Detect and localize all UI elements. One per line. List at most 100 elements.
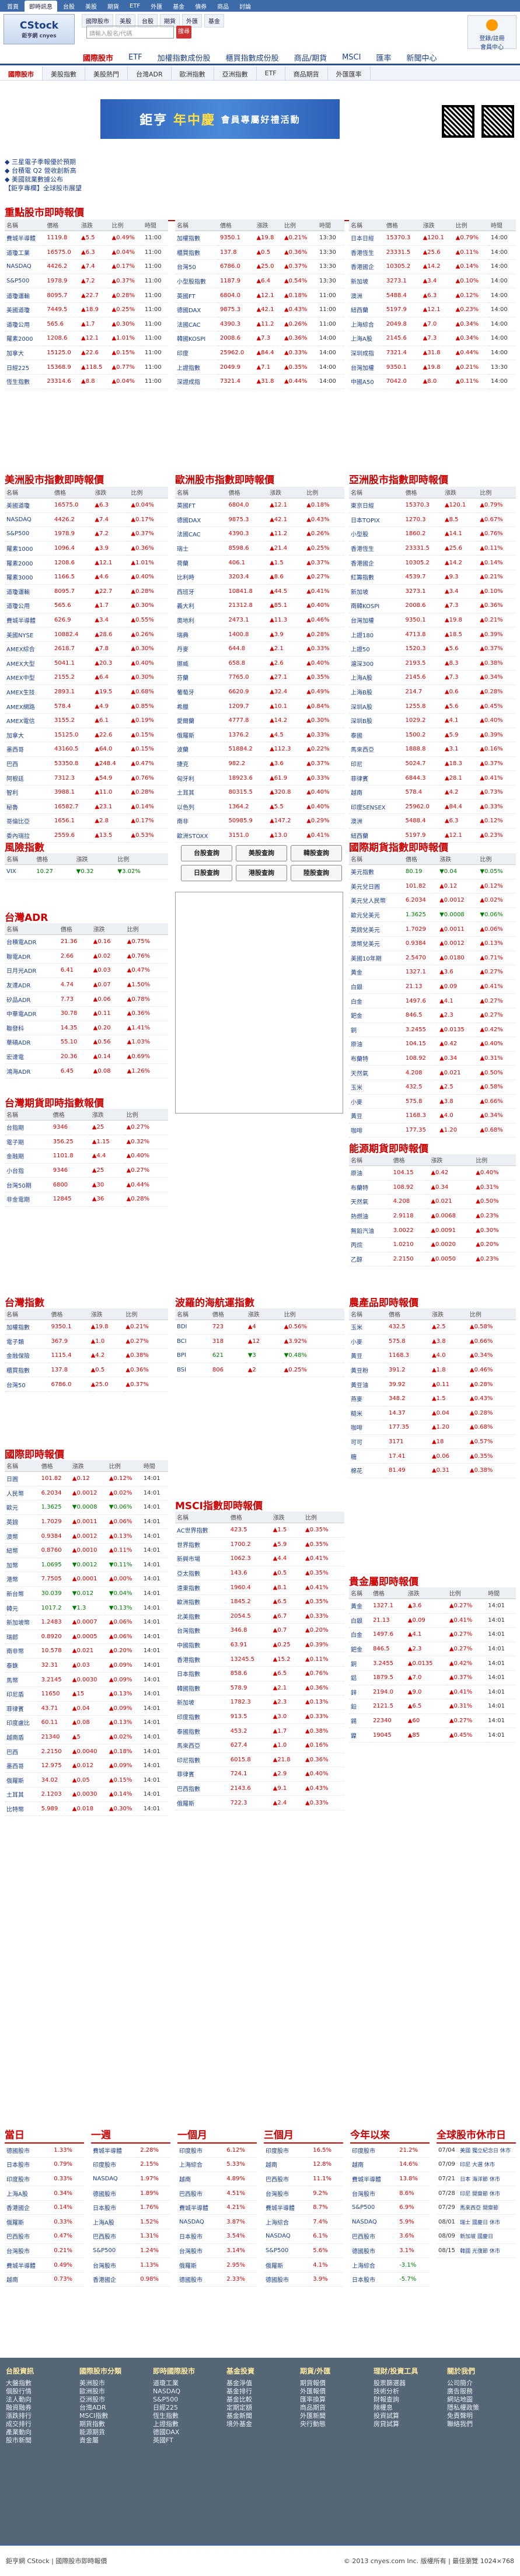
ranking-row[interactable]: NASDAQ 3.87% [177,2214,257,2230]
quote-name[interactable]: 加拿大 [5,345,46,361]
quote-name[interactable]: 羅素3000 [5,570,53,585]
quote-name[interactable]: 鋅 [349,1685,371,1700]
quote-name[interactable]: 費城半導體 [5,613,53,628]
table-row[interactable]: 法國CAC 4390.3 ▲11.2 ▲0.26% [175,526,344,542]
quote-name[interactable]: 義大利 [175,598,227,613]
footer-link[interactable]: 台灣ADR [79,2404,152,2412]
quote-name[interactable]: 人民幣 [5,1486,40,1501]
quote-name[interactable]: 菲律賓 [5,1701,40,1716]
quote-name[interactable]: 挪威 [175,656,227,671]
quote-name[interactable]: 歐元兌美元 [349,907,404,923]
footer-link[interactable]: 大盤指數 [6,2379,79,2387]
news-link[interactable]: ◆ 三星電子季報優於預期 [5,158,82,166]
table-row[interactable]: 加幣 1.0695 ▼0.0012 ▼0.11% 14:01 [5,1558,168,1573]
search-input[interactable]: 請輸入股名/代碼 [86,26,174,39]
quote-name[interactable]: 咖啡 [349,1420,387,1435]
table-row[interactable]: 櫃買指數 137.8 ▲0.5 ▲0.36% [5,1363,168,1378]
table-row[interactable]: 俄羅斯 34.02 ▲0.05 ▲0.15% 14:01 [5,1772,168,1788]
table-row[interactable]: 布蘭特 108.92 ▲0.34 ▲0.31% [349,1051,516,1066]
table-row[interactable]: 紅籌指數 4539.7 ▲9.3 ▲0.21% [349,570,516,585]
quote-name[interactable]: 智利 [5,785,53,800]
table-row[interactable]: 香港恆生 23331.5 ▲25.6 ▲0.11% [349,541,516,556]
ranking-name[interactable]: 費城半導體 [264,2200,312,2215]
ranking-row[interactable]: 越南 4.89% [177,2172,257,2187]
ranking-name[interactable]: 德國股市 [264,2272,312,2287]
table-row[interactable]: 黃金 1327.1 ▲3.6 ▲0.27% 14:01 [349,1598,516,1614]
table-row[interactable]: 德國DAX 9875.3 ▲42.1 ▲0.43% [175,512,344,528]
quote-name[interactable]: 金融期 [5,1149,51,1164]
quote-name[interactable]: 芬蘭 [175,670,227,685]
ranking-row[interactable]: 印度股市 0.33% [5,2172,84,2187]
table-row[interactable]: 印尼 5024.7 ▲18.3 ▲0.37% [349,756,516,772]
quick-search-button[interactable]: 日股查詢 [181,865,232,881]
footer-link[interactable]: 融資融券 [6,2404,79,2412]
table-row[interactable]: 咖啡 177.35 ▲1.20 ▲0.68% [349,1123,516,1138]
quote-name[interactable]: NASDAQ [5,259,46,274]
table-row[interactable]: AMEX網路 578.4 ▲4.9 ▲0.85% [5,699,168,714]
ranking-name[interactable]: 俄羅斯 [5,2214,53,2230]
ranking-row[interactable]: 德國股市 1.89% [91,2186,170,2201]
quote-name[interactable]: 櫃買指數 [175,245,218,260]
table-row[interactable]: 南韓KOSPI 2008.6 ▲7.3 ▲0.36% [349,598,516,613]
quote-name[interactable]: 深圳A股 [349,699,404,714]
table-row[interactable]: 中華電ADR 30.78 ▲0.11 ▲0.36% [5,1006,168,1021]
quote-name[interactable]: 印尼 [349,756,404,772]
quote-name[interactable]: S&P500 [5,274,46,289]
quote-name[interactable]: 道瓊工業 [5,245,46,260]
footer-link[interactable]: 匯率換算 [300,2396,373,2404]
table-row[interactable]: 墨西哥 43160.5 ▲64.0 ▲0.15% [5,742,168,757]
ranking-row[interactable]: 日本股市 0.79% [5,2157,84,2172]
quote-name[interactable]: 鈀金 [349,1642,371,1657]
table-row[interactable]: 荷蘭 406.1 ▲1.5 ▲0.37% [175,555,344,570]
table-row[interactable]: 瑞士 8598.6 ▲21.4 ▲0.25% [175,541,344,556]
table-row[interactable]: 小型股 1860.2 ▲14.1 ▲0.76% [349,526,516,542]
ranking-name[interactable]: 日本股市 [350,2272,398,2287]
quote-name[interactable]: 華碩ADR [5,1035,59,1050]
table-row[interactable]: 香港指數 13245.5 ▲15.2 ▲0.11% [175,1652,344,1667]
table-row[interactable]: 印度 25962.0 ▲84.4 ▲0.33% 14:00 [175,345,344,361]
table-row[interactable]: 捷克 982.2 ▲3.6 ▲0.37% [175,756,344,772]
table-row[interactable]: 上證指數 2049.9 ▲7.1 ▲0.35% 14:00 [175,359,344,375]
quote-name[interactable]: 印度指數 [175,1709,229,1725]
quote-name[interactable]: 熱燃油 [349,1209,392,1224]
ranking-row[interactable]: NASDAQ 5.9% [350,2214,430,2230]
table-row[interactable]: 道瓊公用 565.6 ▲1.7 ▲0.30% [5,598,168,613]
table-row[interactable]: 小型股指數 1187.9 ▲6.4 ▲0.54% 13:30 [175,274,344,289]
table-row[interactable]: 天然氣 4.208 ▲0.021 ▲0.50% [349,1194,516,1209]
table-row[interactable]: 費城半導體 626.9 ▲3.4 ▲0.55% [5,613,168,628]
table-row[interactable]: 新加坡幣 1.2483 ▲0.0007 ▲0.06% 14:01 [5,1615,168,1630]
top-nav-item[interactable]: 首頁 [2,1,23,12]
quote-name[interactable]: 友達ADR [5,978,59,993]
table-row[interactable]: 日本指數 858.6 ▲6.5 ▲0.76% [175,1666,344,1681]
ranking-row[interactable]: 費城半導體 13.8% [350,2172,430,2187]
quote-name[interactable]: S&P500 [5,526,53,542]
quote-name[interactable]: 瑞典 [175,627,227,642]
footer-link[interactable]: 廣告服務 [447,2387,520,2396]
table-row[interactable]: 道瓊運輸 8095.7 ▲22.7 ▲0.28% 11:00 [5,288,168,303]
table-row[interactable]: 滬深300 2193.5 ▲8.3 ▲0.38% [349,656,516,671]
table-row[interactable]: 德國DAX 9875.3 ▲42.1 ▲0.43% 11:00 [175,302,344,317]
quote-name[interactable]: 加權指數 [175,231,218,246]
quote-name[interactable]: 上海A股 [349,670,404,685]
table-row[interactable]: 黃豆粉 391.2 ▲1.8 ▲0.46% [349,1363,516,1378]
table-row[interactable]: 韓國KOSPI 2008.6 ▲7.3 ▲0.36% 14:00 [175,331,344,346]
footer-link[interactable]: 成交排行 [6,2420,79,2428]
table-row[interactable]: BPI 621 ▼3 ▼0.48% [175,1348,344,1363]
table-row[interactable]: 日月光ADR 6.41 ▲0.03 ▲0.47% [5,963,168,978]
table-row[interactable]: 港幣 7.7505 ▲0.0001 ▲0.00% 14:01 [5,1572,168,1587]
footer-link[interactable]: 免責聲明 [447,2412,520,2420]
quote-name[interactable]: 羅素2000 [5,331,46,346]
table-row[interactable]: 遠東指數 1960.4 ▲8.1 ▲0.41% [175,1580,344,1595]
table-row[interactable]: 白銀 21.13 ▲0.09 ▲0.41% 14:01 [349,1613,516,1628]
quote-name[interactable]: 澳洲 [349,814,404,829]
quote-name[interactable]: 宏達電 [5,1049,59,1064]
quote-name[interactable]: 糖 [349,1448,387,1464]
quote-name[interactable]: 新台幣 [5,1586,40,1601]
main-nav-item[interactable]: 匯率 [376,52,391,63]
table-row[interactable]: 南非 50985.9 ▲147.2 ▲0.29% [175,814,344,829]
quote-name[interactable]: 鈀金 [349,1008,404,1023]
quote-name[interactable]: 棉花 [349,1463,387,1478]
table-row[interactable]: 馬來西亞 1888.8 ▲3.1 ▲0.16% [349,742,516,757]
quote-name[interactable]: 美國道瓊 [5,498,53,513]
ranking-name[interactable]: NASDAQ [264,2229,312,2244]
